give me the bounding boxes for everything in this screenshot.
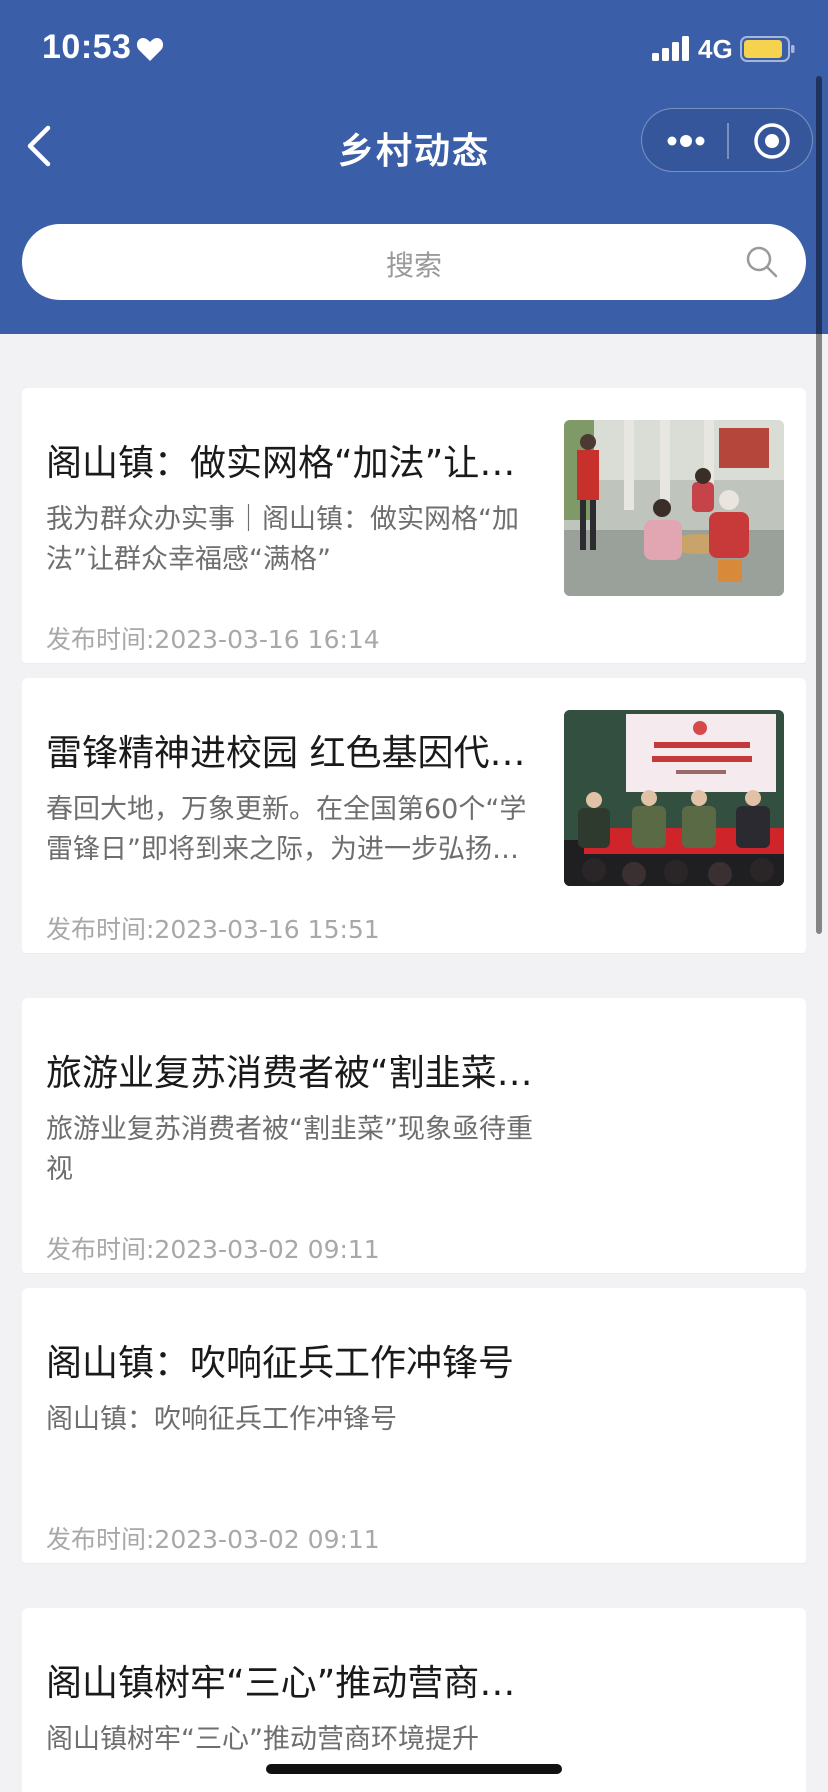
home-indicator[interactable] (266, 1764, 562, 1774)
search-icon[interactable] (744, 244, 780, 280)
status-bar: 10:53 4G (0, 0, 828, 100)
news-summary: 阁山镇：吹响征兵工作冲锋号 (46, 1404, 397, 1435)
news-summary: 我为群众办实事｜阁山镇：做实网格“加法”让群众幸福感“满格” (46, 504, 519, 575)
card-divider (22, 1273, 806, 1274)
news-card[interactable]: 雷锋精神进校园 红色基因代代传 春回大地，万象更新。在全国第60个“学雷锋日”即… (22, 678, 806, 954)
news-summary: 阁山镇树牢“三心”推动营商环境提升 (46, 1724, 479, 1755)
news-title: 阁山镇树牢“三心”推动营商环… (46, 1663, 546, 1704)
more-dots-icon[interactable] (664, 129, 708, 153)
target-circle-icon[interactable] (752, 121, 792, 161)
news-title: 旅游业复苏消费者被“割韭菜”… (46, 1053, 546, 1094)
signal-icon (652, 36, 689, 61)
news-thumbnail (564, 420, 784, 596)
capsule-divider (727, 123, 729, 159)
news-card[interactable]: 阁山镇：做实网格“加法”让群… 我为群众办实事｜阁山镇：做实网格“加法”让群众幸… (22, 388, 806, 664)
news-title: 雷锋精神进校园 红色基因代代传 (46, 733, 546, 774)
news-title: 阁山镇：吹响征兵工作冲锋号 (46, 1343, 515, 1384)
card-divider (22, 663, 806, 664)
news-title: 阁山镇：做实网格“加法”让群… (46, 443, 546, 484)
heart-icon (136, 38, 164, 61)
mini-program-capsule (641, 108, 813, 172)
news-publish-time: 发布时间:2023-03-02 09:11 (46, 1235, 380, 1264)
search-input[interactable]: 搜索 (22, 224, 806, 300)
card-divider (22, 953, 806, 954)
news-publish-time: 发布时间:2023-03-02 09:11 (46, 1525, 380, 1554)
battery-icon (740, 36, 795, 62)
news-summary: 旅游业复苏消费者被“割韭菜”现象亟待重视 (46, 1114, 533, 1185)
news-publish-time: 发布时间:2023-03-16 16:14 (46, 625, 380, 654)
scrollbar[interactable] (816, 76, 822, 934)
news-card[interactable]: 旅游业复苏消费者被“割韭菜”… 旅游业复苏消费者被“割韭菜”现象亟待重视 发布时… (22, 998, 806, 1274)
network-label: 4G (698, 34, 733, 64)
news-summary: 春回大地，万象更新。在全国第60个“学雷锋日”即将到来之际，为进一步弘扬… (46, 794, 527, 865)
news-card[interactable]: 阁山镇：吹响征兵工作冲锋号 阁山镇：吹响征兵工作冲锋号 发布时间:2023-03… (22, 1288, 806, 1564)
card-divider (22, 1563, 806, 1564)
header: 10:53 4G 乡村动态 搜索 (0, 0, 828, 334)
news-publish-time: 发布时间:2023-03-16 15:51 (46, 915, 380, 944)
status-time: 10:53 (42, 28, 132, 66)
search-placeholder: 搜索 (385, 249, 442, 282)
news-thumbnail (564, 710, 784, 886)
